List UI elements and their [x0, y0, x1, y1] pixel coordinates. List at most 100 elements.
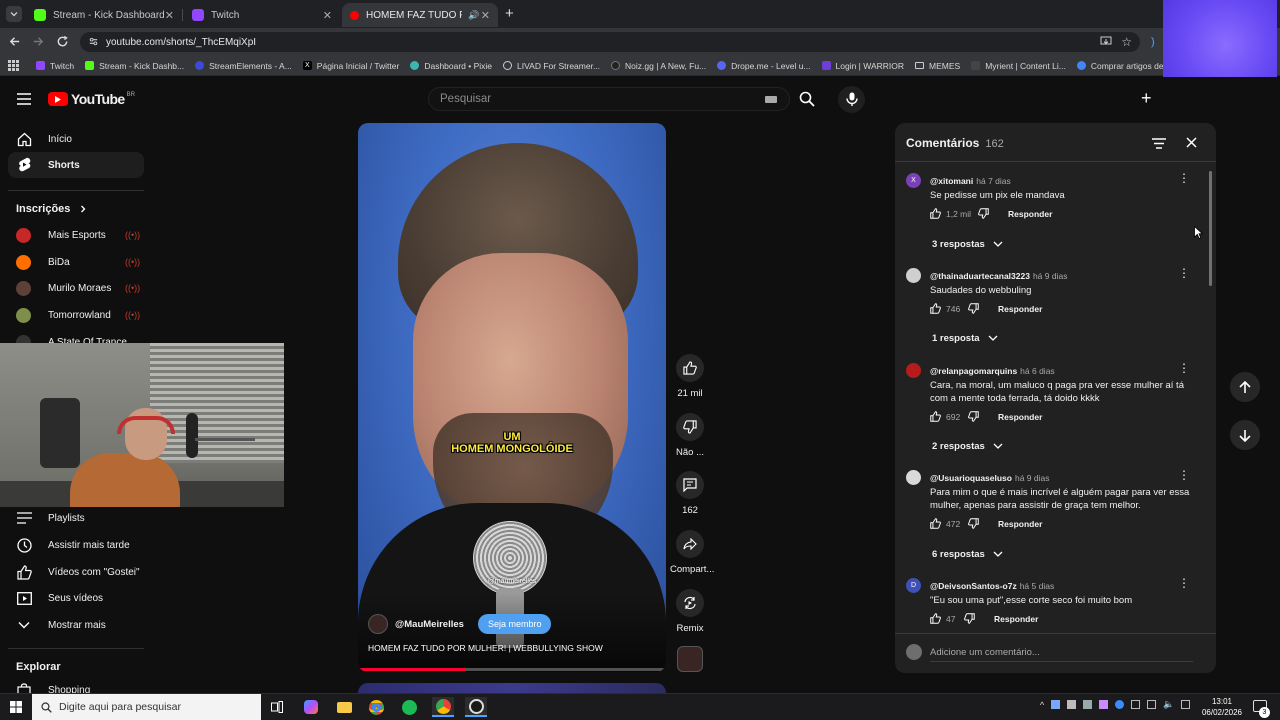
- chrome-active-icon[interactable]: [432, 697, 454, 717]
- reply-button[interactable]: Responder: [1008, 209, 1052, 219]
- next-short-button[interactable]: [1230, 420, 1260, 450]
- comment-avatar[interactable]: [906, 363, 921, 378]
- audio-playing-icon[interactable]: 🔊: [468, 10, 479, 21]
- sidebar-item-home[interactable]: Início: [8, 126, 144, 152]
- youtube-logo[interactable]: YouTube BR: [48, 91, 135, 107]
- comment-avatar[interactable]: X: [906, 173, 921, 188]
- bookmark-item[interactable]: Myrient | Content Li...: [971, 61, 1066, 71]
- back-icon[interactable]: [8, 35, 21, 48]
- thumbs-down-icon[interactable]: [978, 208, 989, 219]
- bookmark-item[interactable]: X Página Inicial / Twitter: [302, 61, 399, 71]
- thumbs-down-icon[interactable]: [968, 518, 979, 529]
- taskbar-clock[interactable]: 13:01 06/02/2026: [1196, 696, 1248, 718]
- channel-name[interactable]: @MauMeirelles: [395, 619, 464, 630]
- create-button[interactable]: +: [1141, 87, 1152, 109]
- comments-button[interactable]: 162: [670, 471, 710, 516]
- chevron-up-icon[interactable]: ^: [1040, 700, 1044, 710]
- comment-author[interactable]: @DeivsonSantos-o7z: [930, 581, 1017, 591]
- comment-menu-icon[interactable]: ⋮: [1178, 267, 1190, 279]
- bookmark-item[interactable]: Twitch: [36, 61, 74, 71]
- menu-icon[interactable]: [17, 93, 31, 105]
- comments-scrollbar[interactable]: [1209, 171, 1212, 286]
- subscription-item[interactable]: Mais Esports ((•)): [8, 222, 144, 248]
- remix-button[interactable]: Remix: [670, 589, 710, 634]
- video-progress-bar[interactable]: [358, 668, 666, 671]
- tab-search-button[interactable]: [6, 6, 22, 22]
- sort-icon[interactable]: [1152, 138, 1166, 149]
- chrome-icon[interactable]: [365, 697, 387, 717]
- tray-app-icon[interactable]: [1083, 700, 1093, 709]
- view-replies-button[interactable]: 1 resposta: [932, 333, 998, 344]
- comment-menu-icon[interactable]: ⋮: [1178, 172, 1190, 184]
- spotify-icon[interactable]: [398, 697, 420, 717]
- subscriptions-heading[interactable]: Inscrições: [16, 203, 87, 215]
- close-tab-icon[interactable]: ✕: [481, 9, 490, 22]
- reply-button[interactable]: Responder: [998, 412, 1042, 422]
- subscription-item[interactable]: Murilo Moraes ((•)): [8, 275, 144, 301]
- browser-tab-kick[interactable]: Stream - Kick Dashboard ✕: [26, 3, 183, 27]
- sidebar-item-playlists[interactable]: Playlists: [8, 505, 144, 531]
- bookmark-item[interactable]: Noiz.gg | A New, Fu...: [611, 61, 706, 71]
- tray-app-icon[interactable]: [1051, 700, 1061, 709]
- view-replies-button[interactable]: 3 respostas: [932, 239, 1003, 250]
- obs-icon[interactable]: [465, 697, 487, 717]
- forward-icon[interactable]: [32, 35, 45, 48]
- reply-button[interactable]: Responder: [994, 614, 1038, 624]
- bookmark-item[interactable]: Stream - Kick Dashb...: [85, 61, 184, 71]
- notification-center-icon[interactable]: 3: [1253, 700, 1270, 718]
- task-view-icon[interactable]: [266, 697, 288, 717]
- bookmark-item[interactable]: StreamElements - A...: [195, 61, 292, 71]
- dislike-button[interactable]: Não ...: [670, 413, 710, 458]
- shorts-video-player[interactable]: UM HOMEM MONGOLÓIDE @maumeirelles @MauMe…: [358, 123, 666, 672]
- thumbs-down-icon[interactable]: [968, 411, 979, 422]
- thumbs-up-icon[interactable]: [930, 303, 941, 314]
- subscription-item[interactable]: BiDa ((•)): [8, 249, 144, 275]
- reply-button[interactable]: Responder: [998, 519, 1042, 529]
- subscription-item[interactable]: Tomorrowland ((•)): [8, 302, 144, 328]
- thumbs-down-icon[interactable]: [968, 303, 979, 314]
- sound-thumbnail[interactable]: [677, 646, 703, 672]
- windows-start-icon[interactable]: [10, 701, 22, 713]
- comment-avatar[interactable]: [906, 268, 921, 283]
- network-icon[interactable]: [1147, 700, 1157, 709]
- apps-grid-icon[interactable]: [8, 60, 19, 71]
- close-tab-icon[interactable]: ✕: [165, 9, 174, 22]
- comment-author[interactable]: @thainaduartecanal3223: [930, 271, 1030, 281]
- view-replies-button[interactable]: 6 respostas: [932, 549, 1003, 560]
- sidebar-item-show-more[interactable]: Mostrar mais: [8, 612, 144, 638]
- close-tab-icon[interactable]: ✕: [323, 9, 332, 22]
- voice-search-button[interactable]: [838, 86, 865, 113]
- join-button[interactable]: Seja membro: [477, 614, 552, 634]
- comment-avatar[interactable]: D: [906, 578, 921, 593]
- comment-menu-icon[interactable]: ⋮: [1178, 577, 1190, 589]
- tray-app-icon[interactable]: [1131, 700, 1141, 709]
- bookmark-item[interactable]: Drope.me - Level u...: [717, 61, 811, 71]
- thumbs-up-icon[interactable]: [930, 411, 941, 422]
- bookmark-star-icon[interactable]: ☆: [1121, 35, 1132, 49]
- bookmark-item[interactable]: Dashboard • Pixie: [410, 61, 492, 71]
- browser-tab-youtube[interactable]: HOMEM FAZ TUDO POR M 🔊 ✕: [342, 3, 498, 27]
- sidebar-item-watch-later[interactable]: Assistir mais tarde: [8, 532, 144, 558]
- search-input[interactable]: Pesquisar: [428, 87, 790, 111]
- taskbar-search-input[interactable]: Digite aqui para pesquisar: [32, 694, 261, 720]
- close-icon[interactable]: [1186, 137, 1197, 148]
- like-button[interactable]: 21 mil: [670, 354, 710, 399]
- file-explorer-icon[interactable]: [333, 697, 355, 717]
- volume-icon[interactable]: 🔈: [1163, 699, 1174, 710]
- site-info-icon[interactable]: [88, 36, 99, 47]
- new-tab-button[interactable]: +: [505, 5, 514, 22]
- bookmark-item[interactable]: LIVAD For Streamer...: [503, 61, 600, 71]
- thumbs-up-icon[interactable]: [930, 613, 941, 624]
- bookmark-item[interactable]: Login | WARRIOR: [821, 61, 904, 71]
- comment-author[interactable]: @relanpagomarquins: [930, 366, 1017, 376]
- bookmark-item[interactable]: Comprar artigos de...: [1076, 61, 1171, 71]
- comment-menu-icon[interactable]: ⋮: [1178, 362, 1190, 374]
- bluetooth-icon[interactable]: [1115, 700, 1125, 709]
- search-button[interactable]: [790, 87, 824, 111]
- comment-menu-icon[interactable]: ⋮: [1178, 469, 1190, 481]
- comment-author[interactable]: @Usuarioquaseluso: [930, 473, 1012, 483]
- sidebar-item-shorts[interactable]: Shorts: [8, 152, 144, 178]
- install-app-icon[interactable]: [1100, 36, 1112, 47]
- thumbs-down-icon[interactable]: [964, 613, 975, 624]
- comment-avatar[interactable]: [906, 470, 921, 485]
